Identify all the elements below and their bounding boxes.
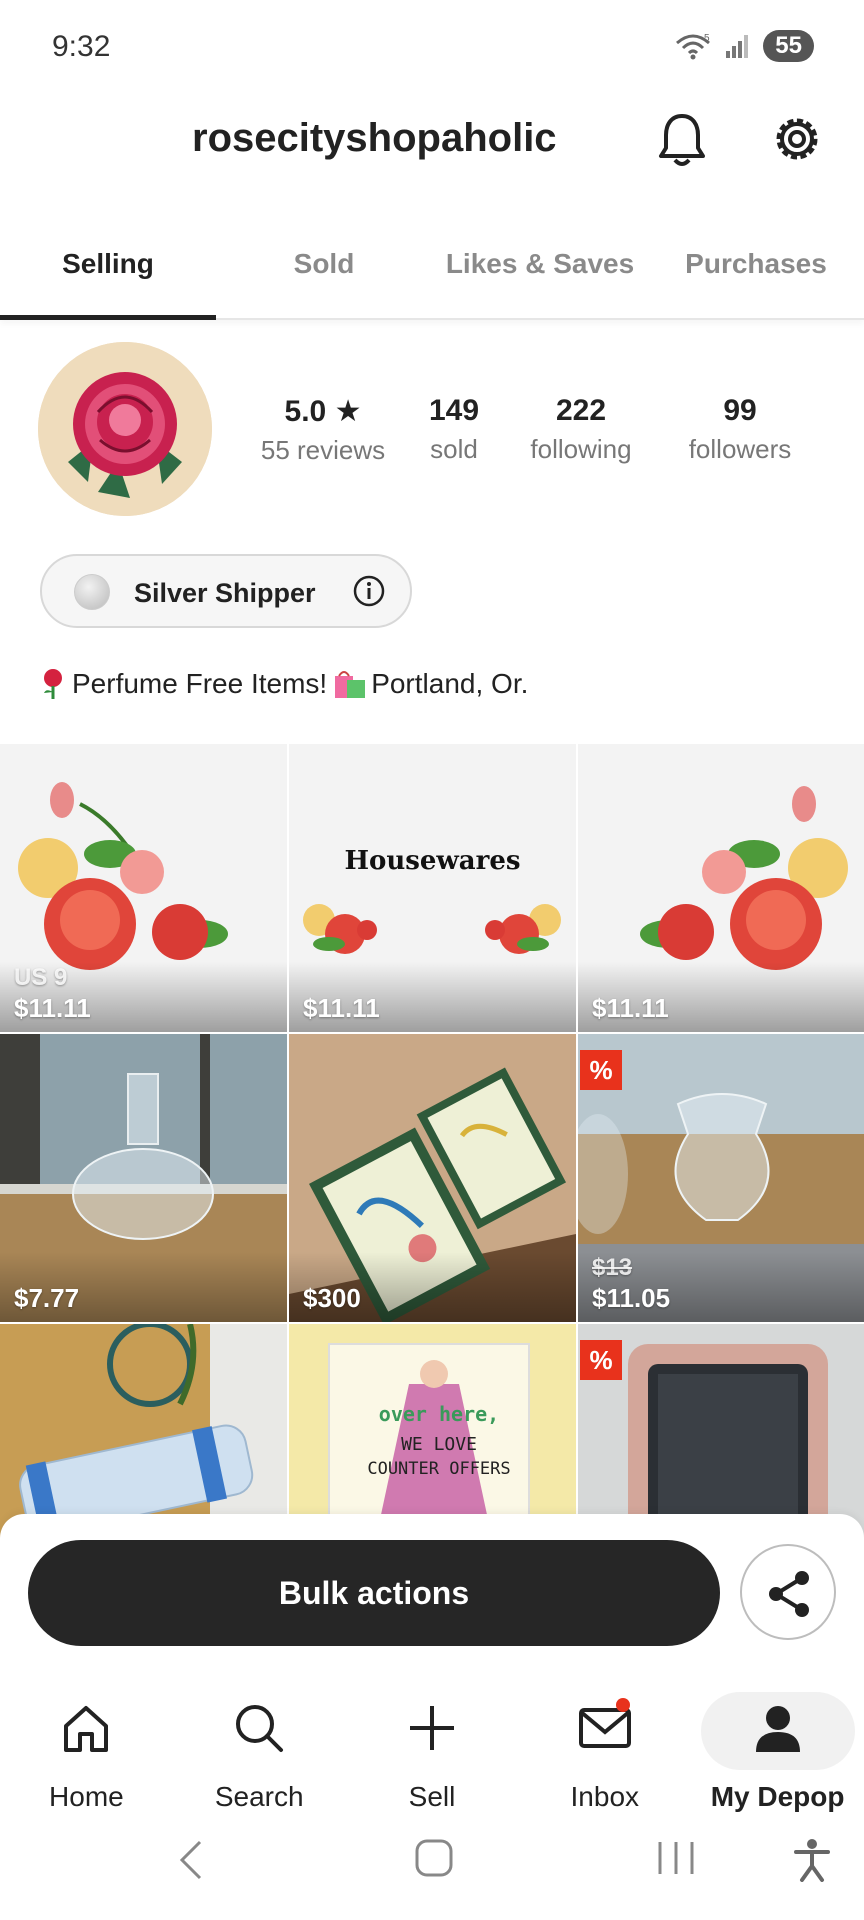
home-button-icon[interactable]: [414, 1838, 454, 1878]
nav-label: Home: [49, 1781, 124, 1812]
profile-stats: 5.0 ★ 55 reviews 149 sold 222 following …: [240, 394, 820, 466]
accessibility-icon[interactable]: [792, 1838, 832, 1882]
listing-tile[interactable]: $7.77: [0, 1034, 287, 1322]
following-label: following: [530, 434, 632, 464]
listing-price: $11.11: [14, 993, 91, 1023]
nav-sell[interactable]: Sell: [346, 1678, 519, 1812]
listing-size: US 9: [14, 964, 68, 991]
status-bar: 9:32 5 55: [0, 0, 864, 96]
system-nav-bar: [0, 1814, 864, 1904]
listing-tile[interactable]: % $13 $11.05: [578, 1034, 864, 1322]
search-icon: [236, 1705, 284, 1752]
rating-value: 5.0 ★: [284, 395, 362, 428]
medal-icon: [74, 574, 110, 610]
price-block: $11.11: [303, 992, 380, 1024]
recents-icon[interactable]: [654, 1838, 698, 1878]
tab-selling[interactable]: Selling: [0, 230, 216, 320]
profile-header: rosecityshopaholic: [0, 96, 864, 186]
listing-tile[interactable]: US 9 $11.11: [0, 744, 287, 1032]
nav-my-depop[interactable]: My Depop: [691, 1678, 864, 1812]
nav-label: Inbox: [570, 1781, 640, 1812]
followers-label: followers: [688, 434, 792, 464]
plus-icon: [409, 1706, 454, 1750]
tile-caption: Housewares: [344, 846, 521, 876]
wifi-icon: 5: [676, 33, 710, 60]
tab-sold[interactable]: Sold: [216, 230, 432, 318]
tab-purchases[interactable]: Purchases: [648, 230, 864, 318]
status-time: 9:32: [52, 30, 111, 63]
discount-badge: %: [580, 1340, 622, 1380]
profile-bio: Perfume Free Items! Portland, Or.: [38, 668, 528, 700]
nav-label: Search: [214, 1781, 304, 1812]
status-icons: 5 55: [673, 30, 814, 62]
bio-text: Perfume Free Items!: [72, 668, 328, 699]
profile-tabs: Selling Sold Likes & Saves Purchases: [0, 230, 864, 320]
bio-location: Portland, Or.: [371, 668, 529, 699]
followers-count: 99: [723, 394, 757, 427]
bell-icon[interactable]: [655, 110, 709, 170]
overlay-line: over here,: [378, 1402, 500, 1426]
wifi-band-label: 5: [704, 33, 710, 44]
username-title: rosecityshopaholic: [192, 116, 557, 160]
share-icon: [769, 1571, 809, 1617]
info-icon[interactable]: [352, 574, 386, 608]
person-icon: [755, 1706, 800, 1752]
nav-label: Sell: [408, 1781, 456, 1812]
price-block: $13 $11.05: [592, 1254, 670, 1314]
listing-price: $7.77: [14, 1283, 80, 1313]
original-price: $13: [592, 1254, 633, 1281]
counter-offers-overlay: over here, WE LOVE COUNTER OFFERS: [329, 1402, 549, 1479]
signal-icon: [726, 35, 749, 58]
price-block: $7.77: [14, 1282, 79, 1314]
following-stat[interactable]: 222 following: [502, 394, 660, 466]
back-icon[interactable]: [176, 1838, 206, 1882]
rose-avatar-image: [38, 342, 212, 516]
sold-count: 149: [428, 394, 480, 427]
listing-price: $11.11: [303, 993, 380, 1023]
price-block: $11.11: [592, 992, 669, 1024]
rating-stat[interactable]: 5.0 ★ 55 reviews: [240, 394, 406, 466]
overlay-line: WE LOVE: [401, 1434, 477, 1455]
home-icon: [64, 1706, 109, 1752]
battery-indicator: 55: [763, 30, 814, 62]
price-block: $300: [303, 1282, 361, 1314]
listings-grid: US 9 $11.11 Housewares $11.11 $11.11 $7.…: [0, 744, 864, 1612]
nav-inbox[interactable]: Inbox: [518, 1678, 691, 1812]
listing-price: $11.05: [592, 1283, 671, 1313]
followers-stat[interactable]: 99 followers: [660, 394, 820, 466]
listing-price: $11.11: [592, 993, 669, 1023]
listing-tile[interactable]: $300: [289, 1034, 576, 1322]
silver-shipper-badge[interactable]: Silver Shipper: [40, 554, 412, 628]
bottom-nav: Home Search Sell Inbox My Depop: [0, 1678, 864, 1812]
discount-badge: %: [580, 1050, 622, 1090]
listing-tile[interactable]: $11.11: [578, 744, 864, 1032]
badge-label: Silver Shipper: [134, 578, 316, 608]
listing-price: $300: [303, 1283, 361, 1313]
gear-icon[interactable]: [770, 112, 824, 166]
following-count: 222: [555, 394, 607, 427]
share-button[interactable]: [740, 1544, 836, 1640]
nav-home[interactable]: Home: [0, 1678, 173, 1812]
sold-stat: 149 sold: [406, 394, 502, 466]
price-block: US 9 $11.11: [14, 964, 91, 1024]
shopping-bags-emoji-icon: [335, 671, 366, 698]
listing-tile[interactable]: Housewares $11.11: [289, 744, 576, 1032]
reviews-label: 55 reviews: [260, 435, 386, 465]
bulk-actions-button[interactable]: Bulk actions: [28, 1540, 720, 1646]
sold-label: sold: [430, 434, 478, 464]
rose-emoji-icon: [44, 669, 62, 699]
avatar[interactable]: [38, 342, 212, 516]
nav-label: My Depop: [710, 1781, 845, 1812]
overlay-line: COUNTER OFFERS: [367, 1459, 511, 1479]
nav-search[interactable]: Search: [173, 1678, 346, 1812]
tab-likes-saves[interactable]: Likes & Saves: [432, 230, 648, 318]
